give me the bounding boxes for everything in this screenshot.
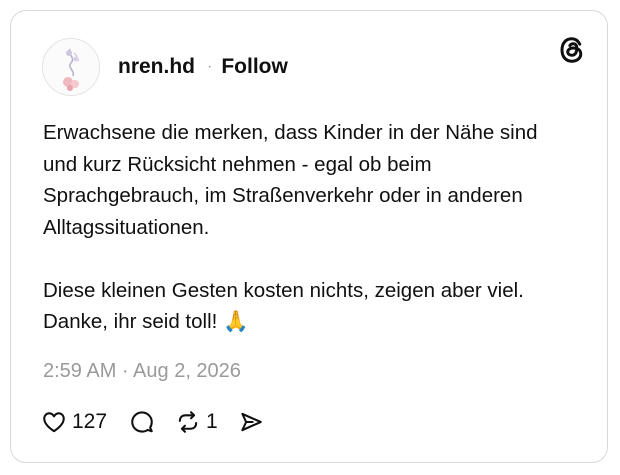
like-count: 127 bbox=[72, 410, 108, 433]
share-button[interactable] bbox=[238, 409, 264, 435]
post-timestamp[interactable]: 2:59 AM · Aug 2, 2026 bbox=[43, 360, 241, 383]
threads-post-card: nren.hd · Follow Erwachsene die merken, … bbox=[10, 10, 608, 463]
heart-icon bbox=[41, 409, 67, 435]
post-body: Erwachsene die merken, dass Kinder in de… bbox=[43, 117, 563, 338]
repost-icon bbox=[175, 409, 201, 435]
repost-count: 1 bbox=[206, 410, 218, 433]
post-header: nren.hd · Follow bbox=[42, 37, 288, 97]
repost-button[interactable]: 1 bbox=[175, 409, 218, 435]
like-button[interactable]: 127 bbox=[41, 409, 107, 435]
follow-button[interactable]: Follow bbox=[221, 55, 288, 79]
avatar-illustration bbox=[43, 39, 99, 95]
send-icon bbox=[238, 409, 264, 435]
post-paragraph: Erwachsene die merken, dass Kinder in de… bbox=[43, 121, 538, 239]
action-bar: 127 1 bbox=[41, 405, 264, 439]
separator-dot: · bbox=[207, 58, 213, 75]
avatar[interactable] bbox=[42, 38, 100, 96]
reply-button[interactable] bbox=[129, 409, 155, 435]
post-paragraph: Diese kleinen Gesten kosten nichts, zeig… bbox=[43, 278, 524, 334]
username[interactable]: nren.hd bbox=[118, 55, 195, 79]
speech-bubble-icon bbox=[129, 409, 155, 435]
threads-logo-icon[interactable] bbox=[557, 35, 587, 65]
